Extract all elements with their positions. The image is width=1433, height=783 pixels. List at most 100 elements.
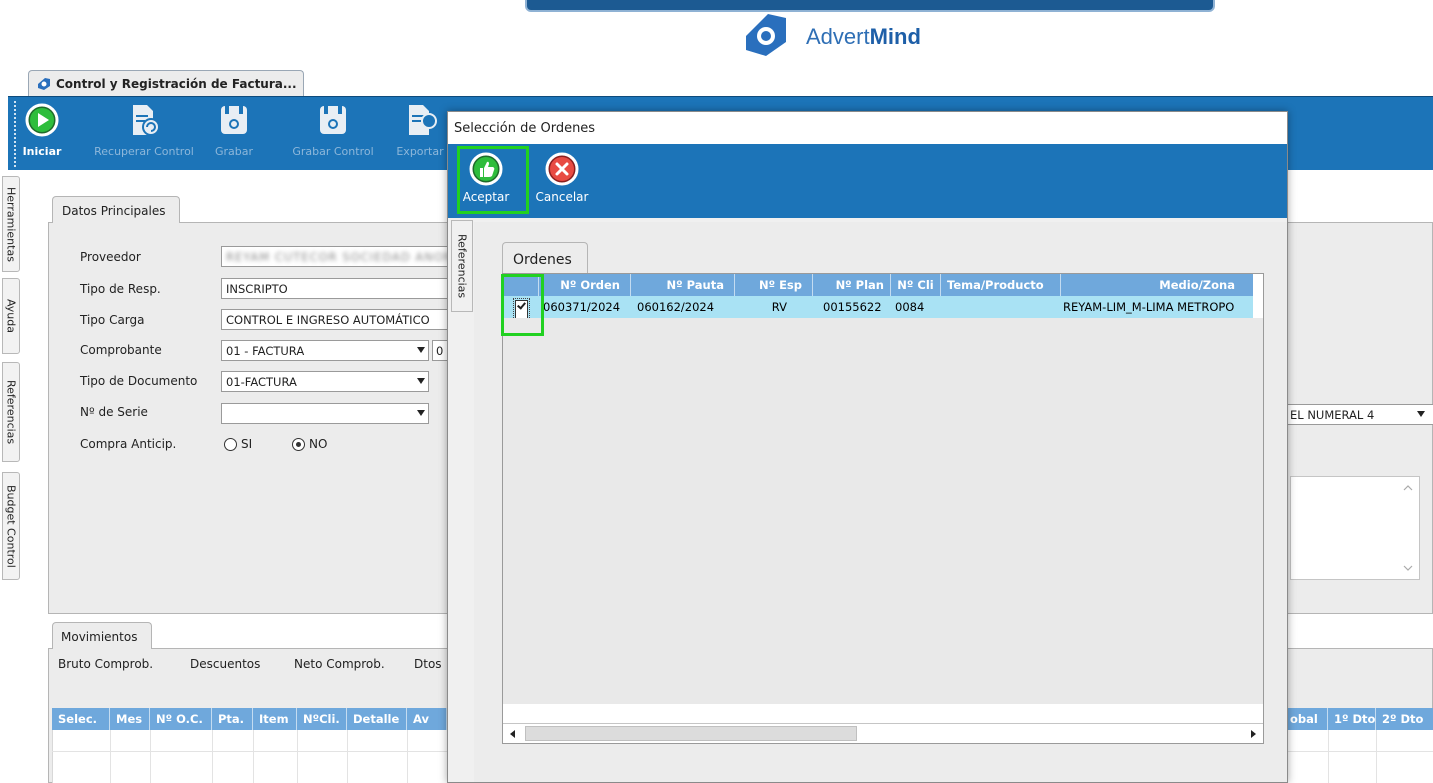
bruto-comprob-label: Bruto Comprob. bbox=[58, 657, 154, 671]
column-header[interactable]: Item bbox=[253, 708, 297, 730]
column-header[interactable]: Nº Orden bbox=[539, 274, 631, 296]
start-button[interactable]: Iniciar bbox=[18, 101, 66, 167]
scroll-thumb[interactable] bbox=[525, 726, 857, 741]
advertmind-logo-icon bbox=[746, 14, 786, 56]
radio-no-circle bbox=[292, 437, 305, 451]
toolbar-grip bbox=[14, 101, 16, 167]
side-tab-budget-control[interactable]: Budget Control bbox=[2, 472, 20, 580]
table-row[interactable]: 060371/2024 060162/2024 RV 00155622 0084… bbox=[503, 296, 1253, 318]
dtos-label: Dtos bbox=[414, 657, 442, 671]
chevron-down-icon bbox=[417, 347, 425, 353]
radio-si-circle bbox=[224, 437, 237, 451]
ordenes-grid-header: Nº Orden Nº Pauta Nº Esp Nº Plan Nº Cli … bbox=[503, 274, 1253, 296]
recover-control-label: Recuperar Control bbox=[94, 145, 194, 158]
grid-col-divider bbox=[1328, 730, 1329, 783]
save-control-button[interactable]: Grabar Control bbox=[280, 101, 386, 167]
play-icon bbox=[25, 103, 59, 137]
column-header[interactable]: Nº Cli bbox=[891, 274, 941, 296]
cell-medio: REYAM-LIM_M-LIMA METROPO bbox=[1063, 300, 1235, 314]
horizontal-scrollbar[interactable] bbox=[503, 723, 1263, 743]
scroll-down-icon[interactable] bbox=[1403, 565, 1413, 571]
top-banner: AdvertMind bbox=[0, 0, 1433, 68]
tab-label: Datos Principales bbox=[62, 204, 166, 218]
column-header[interactable]: Selec. bbox=[52, 708, 110, 730]
column-header[interactable]: Medio/Zona bbox=[1061, 274, 1253, 296]
tipo-carga-field[interactable]: CONTROL E INGRESO AUTOMÁTICO bbox=[221, 309, 451, 330]
app-window-tab[interactable]: Control y Registración de Factura... bbox=[28, 70, 304, 96]
ordenes-grid-empty-area bbox=[503, 318, 1263, 704]
serie-select[interactable] bbox=[221, 403, 429, 424]
tab-movimientos[interactable]: Movimientos bbox=[52, 622, 152, 649]
tab-ordenes[interactable]: Ordenes bbox=[502, 242, 588, 274]
cell-esp: RV bbox=[771, 300, 787, 314]
side-tab-label: Budget Control bbox=[4, 484, 18, 568]
grid-col-divider bbox=[347, 730, 348, 783]
brand-name: AdvertMind bbox=[806, 24, 921, 49]
scroll-right-icon[interactable] bbox=[1251, 730, 1256, 738]
dialog-toolbar: Aceptar Cancelar bbox=[448, 144, 1287, 218]
column-header[interactable]: 1º Dto bbox=[1328, 708, 1376, 730]
column-header[interactable]: Nº Esp bbox=[735, 274, 813, 296]
tipo-resp-field[interactable]: INSCRIPTO bbox=[221, 278, 451, 299]
side-tab-referencias[interactable]: Referencias bbox=[2, 362, 20, 462]
column-header[interactable]: Av bbox=[407, 708, 447, 730]
accept-highlight-box bbox=[457, 146, 529, 214]
cell-orden: 060371/2024 bbox=[543, 300, 621, 314]
grid-col-divider bbox=[1376, 730, 1377, 783]
save-button[interactable]: Grabar bbox=[210, 101, 258, 167]
column-header[interactable]: Nº O.C. bbox=[150, 708, 212, 730]
side-tab-ayuda[interactable]: Ayuda bbox=[2, 278, 20, 354]
dialog-titlebar[interactable]: Selección de Ordenes bbox=[448, 112, 1287, 144]
cell-cli: 0084 bbox=[895, 300, 925, 314]
column-header[interactable]: Nº Pauta bbox=[631, 274, 735, 296]
radio-no[interactable]: NO bbox=[292, 437, 327, 451]
right-combo[interactable]: EL NUMERAL 4 bbox=[1285, 404, 1433, 425]
recover-control-button[interactable]: Recuperar Control bbox=[82, 101, 206, 167]
side-tab-herramientas[interactable]: Herramientas bbox=[2, 176, 20, 272]
column-header[interactable]: Pta. bbox=[212, 708, 253, 730]
observations-textarea[interactable] bbox=[1290, 476, 1420, 580]
comprobante-select[interactable]: 01 - FACTURA bbox=[221, 340, 429, 361]
export-label: Exportar bbox=[396, 145, 444, 158]
tipo-resp-value: INSCRIPTO bbox=[226, 282, 288, 296]
proveedor-field[interactable]: REYAM CUTECOR SOCIEDAD ANONI bbox=[221, 246, 451, 267]
column-header[interactable]: Tema/Producto bbox=[941, 274, 1061, 296]
export-button[interactable]: Exportar bbox=[392, 101, 448, 167]
scroll-left-icon[interactable] bbox=[510, 730, 515, 738]
neto-comprob-label: Neto Comprob. bbox=[294, 657, 385, 671]
dialog-side-tab-referencias[interactable]: Referencias bbox=[451, 220, 473, 312]
recover-doc-icon bbox=[133, 105, 160, 136]
serie-label: Nº de Serie bbox=[80, 405, 148, 419]
cell-plan: 00155622 bbox=[823, 300, 882, 314]
comprobante-extra-field[interactable]: 0 bbox=[432, 340, 448, 361]
cancel-button[interactable]: Cancelar bbox=[532, 146, 592, 204]
side-tab-label: Herramientas bbox=[4, 186, 18, 262]
side-tab-label: Ayuda bbox=[4, 299, 18, 333]
start-label: Iniciar bbox=[22, 145, 62, 158]
column-header[interactable]: 2º Dto bbox=[1376, 708, 1433, 730]
column-header[interactable]: Nº Plan bbox=[813, 274, 891, 296]
radio-si[interactable]: SI bbox=[224, 437, 252, 451]
side-tab-label: Referencias bbox=[4, 379, 18, 445]
grid-col-divider bbox=[110, 730, 111, 783]
tab-label: Ordenes bbox=[513, 252, 572, 268]
save-icon bbox=[221, 106, 247, 134]
cancel-icon bbox=[545, 152, 579, 186]
tipo-doc-label: Tipo de Documento bbox=[80, 374, 198, 388]
column-header[interactable]: NºCli. bbox=[297, 708, 347, 730]
tipo-doc-select[interactable]: 01-FACTURA bbox=[221, 371, 429, 392]
save-control-icon bbox=[320, 106, 346, 134]
row-select-highlight-box bbox=[501, 274, 544, 336]
compra-anticip-label: Compra Anticip. bbox=[80, 437, 177, 451]
tab-label: Movimientos bbox=[61, 630, 138, 644]
app-root: AdvertMind Control y Registración de Fac… bbox=[0, 0, 1433, 783]
column-header[interactable]: Detalle bbox=[347, 708, 407, 730]
movimientos-grid-header: Selec. Mes Nº O.C. Pta. Item NºCli. Deta… bbox=[52, 708, 447, 730]
comprobante-value: 01 - FACTURA bbox=[226, 344, 305, 358]
scroll-up-icon[interactable] bbox=[1403, 485, 1413, 491]
tab-datos-principales[interactable]: Datos Principales bbox=[52, 196, 180, 223]
save-label: Grabar bbox=[214, 145, 254, 158]
column-header[interactable]: Mes bbox=[110, 708, 150, 730]
tipo-doc-value: 01-FACTURA bbox=[226, 375, 297, 389]
column-header[interactable]: obal bbox=[1288, 708, 1328, 730]
